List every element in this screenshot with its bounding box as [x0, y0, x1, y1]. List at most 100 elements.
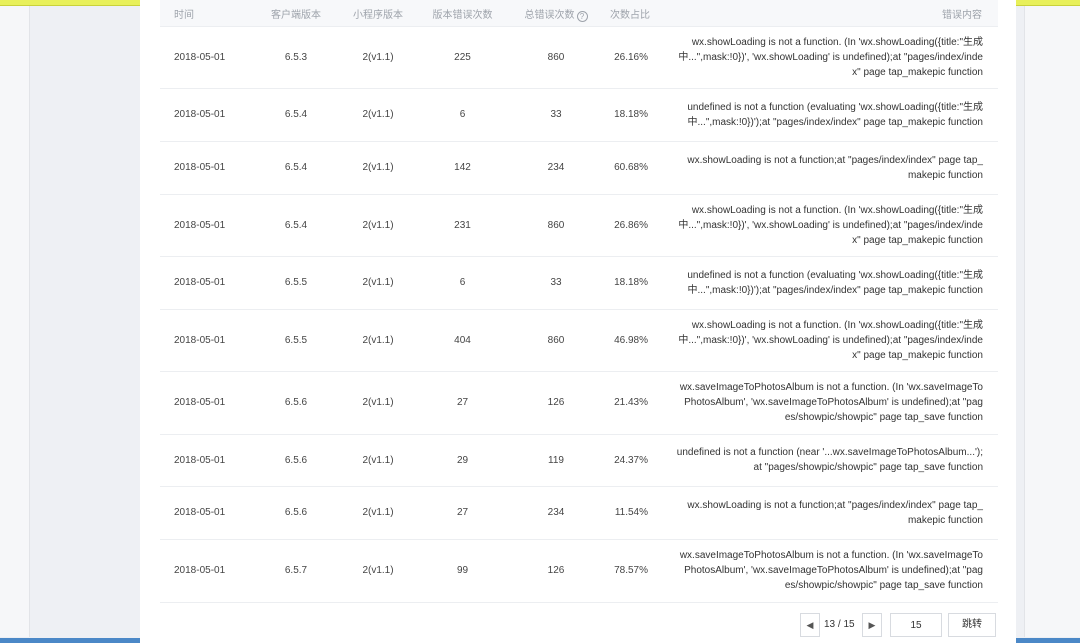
cell-miniprogram-version: 2(v1.1) [339, 309, 417, 372]
cell-client-version: 6.5.6 [253, 434, 339, 487]
table-row: 2018-05-01 6.5.4 2(v1.1) 6 33 18.18% undefined… [160, 88, 998, 142]
cell-version-error-count: 27 [417, 371, 508, 435]
cell-client-version: 6.5.7 [253, 539, 339, 603]
cell-miniprogram-version: 2(v1.1) [339, 434, 417, 487]
page-indicator: 13 / 15 [824, 619, 855, 630]
table-row: 2018-05-01 6.5.4 2(v1.1) 142 234 60.68% wx.sho… [160, 141, 998, 195]
cell-total-error-count: 860 [508, 309, 604, 372]
error-content-line: x" page tap_makepic function [852, 234, 983, 246]
cell-error-content: wx.showLoading is not a function. (In 'w… [656, 194, 998, 257]
cell-version-error-count: 27 [417, 486, 508, 540]
cell-time: 2018-05-01 [160, 141, 253, 195]
cell-ratio: 26.16% [604, 26, 656, 89]
error-content-line: undefined is not a function (near '...wx… [676, 447, 983, 458]
cell-client-version: 6.5.4 [253, 141, 339, 195]
cell-error-content: undefined is not a function (evaluating … [656, 88, 998, 142]
cell-error-content: undefined is not a function (evaluating … [656, 256, 998, 310]
cell-total-error-count: 119 [508, 434, 604, 487]
cell-time: 2018-05-01 [160, 26, 253, 89]
question-circle-icon[interactable]: ? [576, 10, 588, 22]
error-content-line: wx.saveImageToPhotosAlbum is not a funct… [679, 550, 983, 561]
error-content-line: wx.showLoading is not a function. (In 'w… [691, 204, 983, 216]
error-content-line: undefined is not a function (evaluating … [687, 269, 983, 281]
error-content-line: makepic function [907, 169, 983, 181]
table-row: 2018-05-01 6.5.6 2(v1.1) 29 119 24.37% undefin… [160, 434, 998, 487]
header-client-version: 客户端版本 [253, 0, 339, 27]
cell-miniprogram-version: 2(v1.1) [339, 88, 417, 142]
cell-time: 2018-05-01 [160, 539, 253, 603]
error-content-line: es/showpic/showpic" page tap_save functi… [784, 412, 983, 423]
header-version-error-count: 版本错误次数 [417, 0, 508, 27]
cell-miniprogram-version: 2(v1.1) [339, 194, 417, 257]
prev-page-button[interactable]: ◀ [800, 613, 820, 637]
cell-ratio: 18.18% [604, 88, 656, 142]
right-scrollbar-area[interactable] [1024, 6, 1080, 637]
error-content-line: at "pages/showpic/showpic" page tap_save… [753, 462, 983, 473]
header-total-error-label: 总错误次数 [524, 9, 575, 21]
cell-time: 2018-05-01 [160, 194, 253, 257]
cell-error-content: wx.saveImageToPhotosAlbum is not a funct… [656, 371, 998, 435]
next-page-button[interactable]: ▶ [862, 613, 882, 637]
jump-button[interactable]: 跳转 [948, 613, 996, 637]
header-ratio: 次数占比 [604, 0, 656, 27]
page-number-input[interactable] [890, 613, 942, 637]
error-content-line: 中...",mask:!0})', 'wx.showLoading' is un… [678, 219, 983, 231]
cell-total-error-count: 860 [508, 26, 604, 89]
cell-miniprogram-version: 2(v1.1) [339, 371, 417, 435]
cell-error-content: wx.showLoading is not a function;at "pag… [656, 486, 998, 540]
header-time: 时间 [160, 0, 253, 27]
cell-client-version: 6.5.6 [253, 486, 339, 540]
cell-miniprogram-version: 2(v1.1) [339, 486, 417, 540]
cell-version-error-count: 29 [417, 434, 508, 487]
cell-miniprogram-version: 2(v1.1) [339, 539, 417, 603]
error-content-line: 中...",mask:!0})');at "pages/index/index"… [687, 284, 984, 296]
cell-time: 2018-05-01 [160, 434, 253, 487]
cell-total-error-count: 126 [508, 539, 604, 603]
error-content-line: x" page tap_makepic function [852, 66, 983, 78]
cell-client-version: 6.5.5 [253, 256, 339, 310]
cell-time: 2018-05-01 [160, 371, 253, 435]
cell-version-error-count: 231 [417, 194, 508, 257]
error-content-line: 中...",mask:!0})', 'wx.showLoading' is un… [678, 334, 983, 346]
cell-client-version: 6.5.5 [253, 309, 339, 372]
cell-client-version: 6.5.4 [253, 194, 339, 257]
header-total-error-count: 总错误次数? [508, 0, 604, 27]
chevron-right-icon: ▶ [868, 620, 876, 630]
error-content-line: 中...",mask:!0})', 'wx.showLoading' is un… [678, 51, 983, 63]
cell-version-error-count: 404 [417, 309, 508, 372]
cell-version-error-count: 6 [417, 88, 508, 142]
chevron-left-icon: ◀ [806, 620, 814, 630]
cell-error-content: wx.showLoading is not a function;at "pag… [656, 141, 998, 195]
error-content-line: PhotosAlbum', 'wx.saveImageToPhotosAlbum… [684, 397, 983, 408]
error-table: 时间 客户端版本 小程序版本 版本错误次数 总错误次数? 次数占比 错误内容 2… [160, 0, 998, 603]
cell-version-error-count: 99 [417, 539, 508, 603]
header-error-content: 错误内容 [656, 0, 998, 27]
cell-time: 2018-05-01 [160, 256, 253, 310]
table-row: 2018-05-01 6.5.6 2(v1.1) 27 234 11.54% wx.show… [160, 486, 998, 540]
table-row: 2018-05-01 6.5.4 2(v1.1) 231 860 26.86% wx.sho… [160, 194, 998, 257]
cell-error-content: wx.saveImageToPhotosAlbum is not a funct… [656, 539, 998, 603]
cell-time: 2018-05-01 [160, 88, 253, 142]
cell-client-version: 6.5.3 [253, 26, 339, 89]
cell-ratio: 24.37% [604, 434, 656, 487]
table-row: 2018-05-01 6.5.7 2(v1.1) 99 126 78.57% wx.save… [160, 539, 998, 603]
cell-total-error-count: 33 [508, 256, 604, 310]
cell-miniprogram-version: 2(v1.1) [339, 256, 417, 310]
error-content-line: x" page tap_makepic function [852, 349, 983, 361]
error-content-line: makepic function [907, 514, 983, 526]
error-content-line: wx.showLoading is not a function. (In 'w… [691, 319, 983, 331]
cell-total-error-count: 126 [508, 371, 604, 435]
cell-total-error-count: 860 [508, 194, 604, 257]
cell-total-error-count: 234 [508, 486, 604, 540]
error-content-line: wx.saveImageToPhotosAlbum is not a funct… [679, 382, 983, 393]
cell-version-error-count: 6 [417, 256, 508, 310]
cell-total-error-count: 33 [508, 88, 604, 142]
error-content-line: wx.showLoading is not a function. (In 'w… [691, 36, 983, 48]
table-row: 2018-05-01 6.5.5 2(v1.1) 404 860 46.98% wx.sho… [160, 309, 998, 372]
cell-version-error-count: 142 [417, 141, 508, 195]
cell-error-content: wx.showLoading is not a function. (In 'w… [656, 26, 998, 89]
cell-error-content: undefined is not a function (near '...wx… [656, 434, 998, 487]
cell-miniprogram-version: 2(v1.1) [339, 141, 417, 195]
error-content-line: PhotosAlbum', 'wx.saveImageToPhotosAlbum… [684, 565, 983, 576]
left-gutter [0, 6, 30, 637]
